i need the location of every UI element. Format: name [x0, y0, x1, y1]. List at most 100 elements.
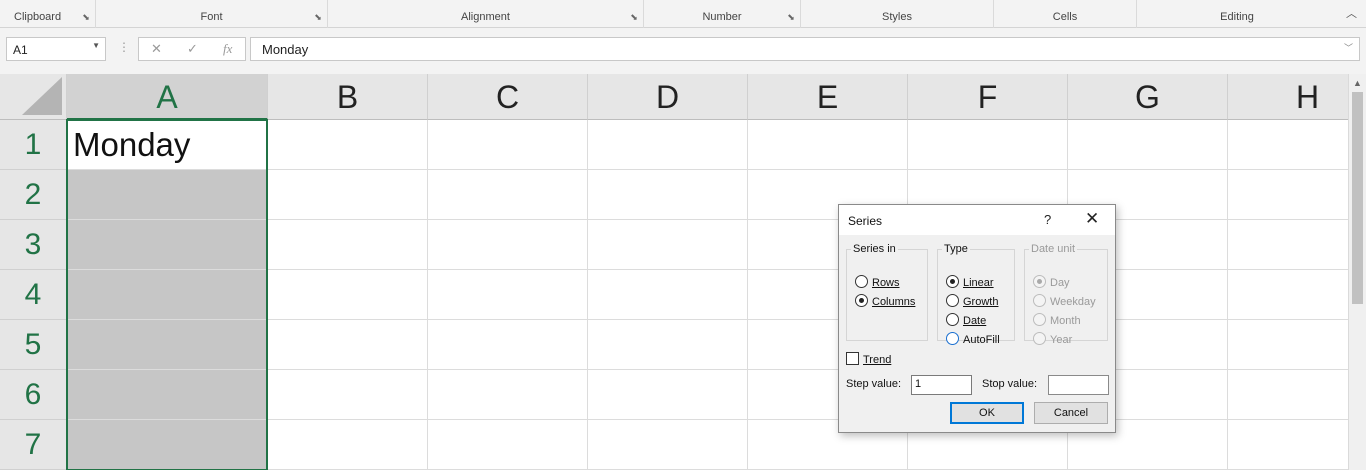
radio-rows[interactable]: Rows: [855, 275, 900, 289]
stop-value-input[interactable]: [1048, 375, 1109, 395]
dialog-launcher-icon[interactable]: ⬊: [81, 12, 91, 22]
cell-d5[interactable]: [588, 320, 748, 370]
cell-d1[interactable]: [588, 120, 748, 170]
name-box[interactable]: A1 ▼: [6, 37, 106, 61]
cell-b3[interactable]: [268, 220, 428, 270]
cell-a2[interactable]: [67, 170, 268, 220]
close-icon[interactable]: ✕: [1085, 209, 1099, 229]
cell-d7[interactable]: [588, 420, 748, 470]
cell-g1[interactable]: [1068, 120, 1228, 170]
step-value-input[interactable]: 1: [911, 375, 972, 395]
cell-b6[interactable]: [268, 370, 428, 420]
cell-c2[interactable]: [428, 170, 588, 220]
row-header-3[interactable]: 3: [0, 220, 67, 270]
column-header-c[interactable]: C: [428, 74, 588, 120]
radio-linear[interactable]: Linear: [946, 275, 994, 289]
dialog-launcher-icon[interactable]: ⬊: [786, 12, 796, 22]
cell-h2[interactable]: [1228, 170, 1366, 220]
cell-a4[interactable]: [67, 270, 268, 320]
vertical-scrollbar[interactable]: ▲: [1348, 74, 1366, 470]
radio-date[interactable]: Date: [946, 313, 986, 327]
column-header-h[interactable]: H: [1228, 74, 1366, 120]
row-header-5[interactable]: 5: [0, 320, 67, 370]
dialog-launcher-icon[interactable]: ⬊: [629, 12, 639, 22]
scroll-up-icon[interactable]: ▲: [1353, 78, 1362, 88]
row-header-7[interactable]: 7: [0, 420, 67, 470]
trend-checkbox[interactable]: Trend: [846, 352, 891, 366]
cell-a5[interactable]: [67, 320, 268, 370]
cell-h7[interactable]: [1228, 420, 1366, 470]
column-header-b[interactable]: B: [268, 74, 428, 120]
cell-b2[interactable]: [268, 170, 428, 220]
column-header-e[interactable]: E: [748, 74, 908, 120]
cell-c5[interactable]: [428, 320, 588, 370]
dialog-titlebar: Series ? ✕: [839, 205, 1115, 235]
cell-h1[interactable]: [1228, 120, 1366, 170]
ribbon-group-label: Number: [702, 11, 742, 23]
radio-linear-indicator[interactable]: [946, 275, 959, 288]
cell-c3[interactable]: [428, 220, 588, 270]
row-header-6[interactable]: 6: [0, 370, 67, 420]
cell-c7[interactable]: [428, 420, 588, 470]
select-all-button[interactable]: [0, 74, 67, 120]
ribbon-group-label: Font: [200, 11, 223, 23]
cancel-icon[interactable]: ✕: [151, 41, 162, 57]
column-header-d[interactable]: D: [588, 74, 748, 120]
cell-d3[interactable]: [588, 220, 748, 270]
trend-checkbox-box[interactable]: [846, 352, 859, 365]
column-header-g[interactable]: G: [1068, 74, 1228, 120]
cell-b7[interactable]: [268, 420, 428, 470]
cell-b4[interactable]: [268, 270, 428, 320]
row-header-1[interactable]: 1: [0, 120, 67, 170]
help-icon[interactable]: ?: [1044, 212, 1051, 227]
cell-c4[interactable]: [428, 270, 588, 320]
radio-date-indicator[interactable]: [946, 313, 959, 326]
radio-columns-indicator[interactable]: [855, 294, 868, 307]
cell-b1[interactable]: [268, 120, 428, 170]
column-header-f[interactable]: F: [908, 74, 1068, 120]
scrollbar-thumb[interactable]: [1352, 92, 1363, 304]
cell-h3[interactable]: [1228, 220, 1366, 270]
ribbon-group-clipboard: Clipboard ⬊: [0, 0, 96, 28]
cell-a3[interactable]: [67, 220, 268, 270]
radio-rows-indicator[interactable]: [855, 275, 868, 288]
ok-button[interactable]: OK: [950, 402, 1024, 424]
cell-f1[interactable]: [908, 120, 1068, 170]
cell-d6[interactable]: [588, 370, 748, 420]
cell-d2[interactable]: [588, 170, 748, 220]
step-value-label: Step value:: [846, 378, 902, 390]
row-header-2[interactable]: 2: [0, 170, 67, 220]
ribbon-group-label: Styles: [882, 11, 912, 23]
ribbon-group-number: Number ⬊: [644, 0, 801, 28]
radio-autofill[interactable]: AutoFill: [946, 332, 1000, 346]
expand-formula-bar-icon[interactable]: ﹀: [1344, 41, 1353, 54]
radio-day-indicator: [1033, 275, 1046, 288]
trend-label: Trend: [863, 354, 892, 366]
dialog-launcher-icon[interactable]: ⬊: [313, 12, 323, 22]
cell-h6[interactable]: [1228, 370, 1366, 420]
radio-growth[interactable]: Growth: [946, 294, 998, 308]
cell-c1[interactable]: [428, 120, 588, 170]
collapse-ribbon-icon[interactable]: ︿: [1346, 9, 1358, 20]
radio-autofill-indicator[interactable]: [946, 332, 959, 345]
column-header-a[interactable]: A: [67, 74, 268, 120]
cell-d4[interactable]: [588, 270, 748, 320]
cell-b5[interactable]: [268, 320, 428, 370]
row-header-4[interactable]: 4: [0, 270, 67, 320]
chevron-down-icon[interactable]: ▼: [92, 41, 100, 50]
drag-handle-icon[interactable]: ⋮: [118, 40, 130, 54]
insert-function-icon[interactable]: fx: [223, 41, 232, 57]
cell-e1[interactable]: [748, 120, 908, 170]
cell-h4[interactable]: [1228, 270, 1366, 320]
dialog-title: Series: [848, 214, 883, 228]
cell-c6[interactable]: [428, 370, 588, 420]
radio-columns[interactable]: Columns: [855, 294, 915, 308]
cell-a7[interactable]: [67, 420, 268, 470]
enter-icon[interactable]: ✓: [187, 41, 198, 57]
radio-growth-indicator[interactable]: [946, 294, 959, 307]
cell-h5[interactable]: [1228, 320, 1366, 370]
formula-input[interactable]: Monday ﹀: [250, 37, 1360, 61]
cell-a1[interactable]: Monday: [67, 120, 268, 170]
cell-a6[interactable]: [67, 370, 268, 420]
cancel-button[interactable]: Cancel: [1034, 402, 1108, 424]
